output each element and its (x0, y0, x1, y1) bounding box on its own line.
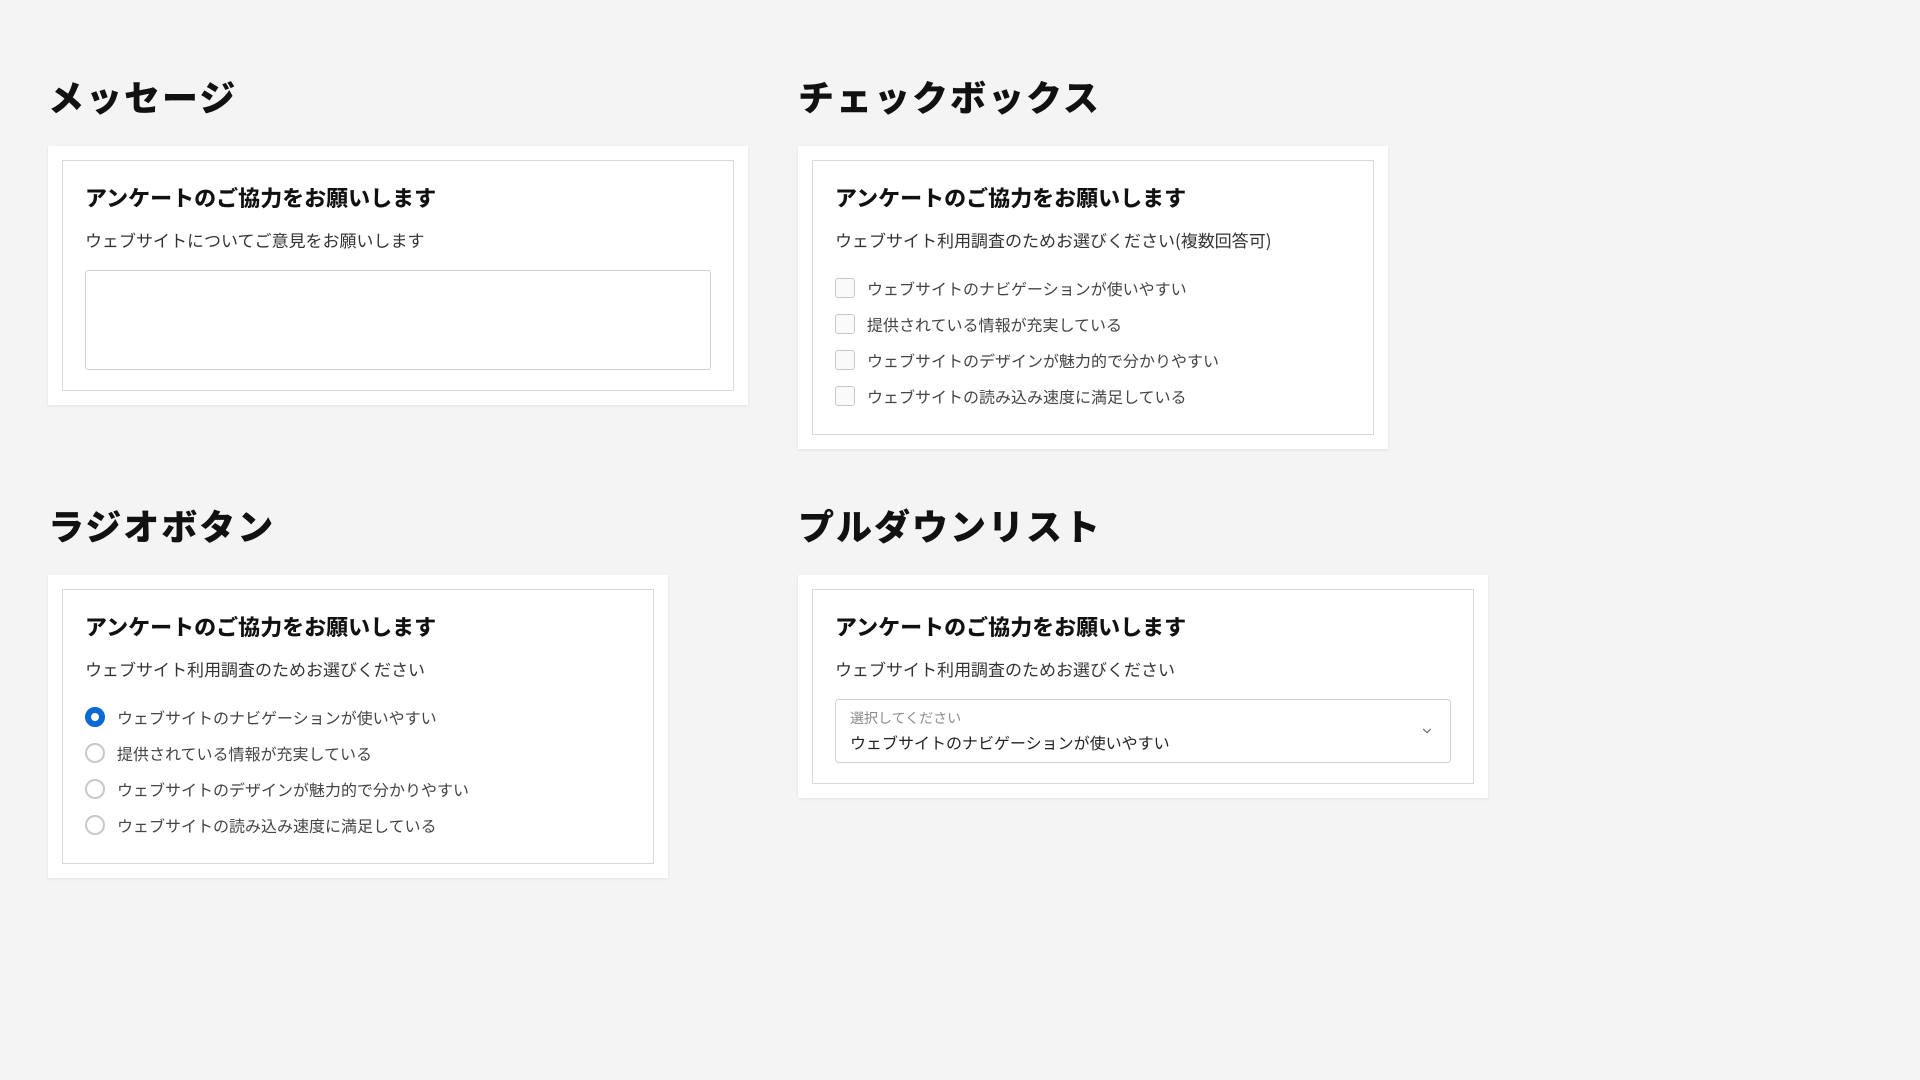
radio-label: 提供されている情報が充実している (117, 741, 372, 765)
radio-label: ウェブサイトのデザインが魅力的で分かりやすい (117, 777, 469, 801)
card-checkbox: アンケートのご協力をお願いします ウェブサイト利用調査のためお選びください(複数… (798, 146, 1388, 449)
pulldown-select[interactable]: 選択してください ウェブサイトのナビゲーションが使いやすい (835, 699, 1451, 763)
panel-title-radio: アンケートのご協力をお願いします (85, 610, 631, 642)
pulldown-placeholder: 選択してください (850, 708, 1410, 728)
checkbox-label: ウェブサイトのデザインが魅力的で分かりやすい (867, 348, 1219, 372)
radio-icon (85, 815, 105, 835)
checkbox-label: ウェブサイトの読み込み速度に満足している (867, 384, 1187, 408)
section-checkbox: チェックボックス アンケートのご協力をお願いします ウェブサイト利用調査のためお… (798, 70, 1498, 449)
section-heading-message: メッセージ (48, 70, 748, 122)
checkbox-icon (835, 386, 855, 406)
radio-option[interactable]: ウェブサイトのナビゲーションが使いやすい (85, 699, 631, 735)
panel-desc-message: ウェブサイトについてご意見をお願いします (85, 227, 711, 252)
checkbox-option[interactable]: 提供されている情報が充実している (835, 306, 1351, 342)
checkbox-icon (835, 314, 855, 334)
radio-option[interactable]: ウェブサイトの読み込み速度に満足している (85, 807, 631, 843)
panel-title-checkbox: アンケートのご協力をお願いします (835, 181, 1351, 213)
section-heading-radio: ラジオボタン (48, 499, 748, 551)
section-heading-checkbox: チェックボックス (798, 70, 1498, 122)
checkbox-label: 提供されている情報が充実している (867, 312, 1122, 336)
pulldown-value: ウェブサイトのナビゲーションが使いやすい (850, 730, 1410, 754)
panel-title-pulldown: アンケートのご協力をお願いします (835, 610, 1451, 642)
message-input[interactable] (85, 270, 711, 370)
radio-label: ウェブサイトのナビゲーションが使いやすい (117, 705, 437, 729)
section-pulldown: プルダウンリスト アンケートのご協力をお願いします ウェブサイト利用調査のためお… (798, 499, 1498, 878)
checkbox-icon (835, 278, 855, 298)
panel-desc-checkbox: ウェブサイト利用調査のためお選びください(複数回答可) (835, 227, 1351, 252)
chevron-down-icon (1420, 724, 1434, 738)
panel-desc-pulldown: ウェブサイト利用調査のためお選びください (835, 656, 1451, 681)
radio-icon (85, 707, 105, 727)
card-radio: アンケートのご協力をお願いします ウェブサイト利用調査のためお選びください ウェ… (48, 575, 668, 878)
section-heading-pulldown: プルダウンリスト (798, 499, 1498, 551)
radio-icon (85, 743, 105, 763)
section-radio: ラジオボタン アンケートのご協力をお願いします ウェブサイト利用調査のためお選び… (48, 499, 748, 878)
radio-option[interactable]: ウェブサイトのデザインが魅力的で分かりやすい (85, 771, 631, 807)
panel-desc-radio: ウェブサイト利用調査のためお選びください (85, 656, 631, 681)
panel-title-message: アンケートのご協力をお願いします (85, 181, 711, 213)
card-pulldown: アンケートのご協力をお願いします ウェブサイト利用調査のためお選びください 選択… (798, 575, 1488, 798)
radio-option[interactable]: 提供されている情報が充実している (85, 735, 631, 771)
card-message: アンケートのご協力をお願いします ウェブサイトについてご意見をお願いします (48, 146, 748, 405)
checkbox-label: ウェブサイトのナビゲーションが使いやすい (867, 276, 1187, 300)
checkbox-option[interactable]: ウェブサイトのデザインが魅力的で分かりやすい (835, 342, 1351, 378)
section-message: メッセージ アンケートのご協力をお願いします ウェブサイトについてご意見をお願い… (48, 70, 748, 449)
checkbox-option[interactable]: ウェブサイトのナビゲーションが使いやすい (835, 270, 1351, 306)
radio-icon (85, 779, 105, 799)
checkbox-option[interactable]: ウェブサイトの読み込み速度に満足している (835, 378, 1351, 414)
radio-label: ウェブサイトの読み込み速度に満足している (117, 813, 437, 837)
checkbox-icon (835, 350, 855, 370)
